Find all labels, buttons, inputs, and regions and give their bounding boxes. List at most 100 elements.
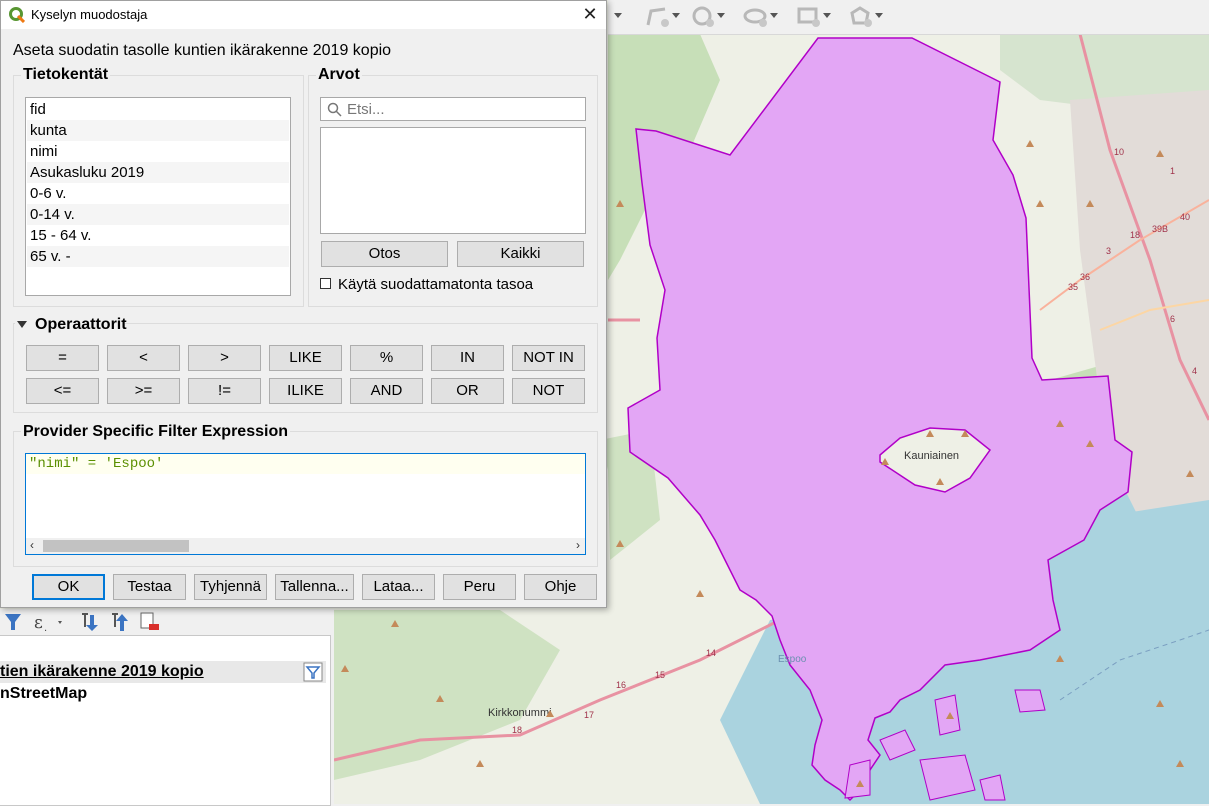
filter-by-expression-icon[interactable]: ε . <box>32 611 66 633</box>
save-button[interactable]: Tallenna... <box>275 574 354 600</box>
add-polygon-tool[interactable] <box>846 5 886 29</box>
field-item-fid[interactable]: fid <box>27 99 289 120</box>
horizontal-scrollbar[interactable]: ‹ › <box>26 538 585 554</box>
place-label-espoo: Espoo <box>778 654 807 665</box>
island-polygon <box>934 694 961 736</box>
digitize-circle-icon <box>692 6 714 27</box>
road-number: 6 <box>1170 314 1175 324</box>
expand-all-icon[interactable] <box>78 611 100 633</box>
query-builder-dialog: Kyselyn muodostaja ✕ Aseta suodatin taso… <box>0 0 607 608</box>
remove-layer-icon[interactable] <box>138 611 162 633</box>
layers-panel: ε . tien ikärakenne 2019 kopio nStreetMa… <box>0 609 334 806</box>
values-search-input[interactable] <box>347 100 577 118</box>
layer-item-openstreetmap[interactable]: nStreetMap <box>0 683 87 705</box>
chevron-down-icon <box>717 13 725 18</box>
clear-button[interactable]: Tyhjennä <box>194 574 267 600</box>
field-item-kunta[interactable]: kunta <box>27 120 289 141</box>
add-ellipse-tool[interactable] <box>741 5 781 29</box>
road-number: 36 <box>1080 272 1090 282</box>
svg-text:ε: ε <box>34 613 43 633</box>
operator-like-button[interactable]: LIKE <box>269 345 342 371</box>
road-number: 4 <box>1192 366 1197 376</box>
operator-or-button[interactable]: OR <box>431 378 504 404</box>
layer-name: nStreetMap <box>0 685 88 702</box>
add-rectangle-tool[interactable] <box>794 5 834 29</box>
qgis-logo-icon <box>9 7 25 23</box>
layers-tree[interactable]: tien ikärakenne 2019 kopio nStreetMap <box>0 635 331 806</box>
all-button[interactable]: Kaikki <box>457 241 584 267</box>
expression-group-title: Provider Specific Filter Expression <box>21 423 290 441</box>
digitize-line-icon <box>646 7 669 27</box>
operator-greater-equal-button[interactable]: >= <box>107 378 180 404</box>
values-group-title: Arvot <box>316 66 362 84</box>
sample-button[interactable]: Otos <box>321 241 448 267</box>
island-polygon <box>979 774 1006 801</box>
values-search-field[interactable] <box>320 97 586 121</box>
layer-filter-icon[interactable] <box>303 662 323 682</box>
road-number: 1 <box>1170 166 1175 176</box>
fields-list[interactable]: fid kunta nimi Asukasluku 2019 0-6 v. 0-… <box>25 97 291 296</box>
operator-ilike-button[interactable]: ILIKE <box>269 378 342 404</box>
layer-item-municipalities[interactable]: tien ikärakenne 2019 kopio <box>0 661 326 683</box>
help-button[interactable]: Ohje <box>524 574 597 600</box>
values-list[interactable] <box>320 127 586 234</box>
chevron-down-icon <box>614 13 622 18</box>
fields-group-title: Tietokentät <box>21 66 111 84</box>
road-number: 17 <box>584 710 594 720</box>
operator-not-in-button[interactable]: NOT IN <box>512 345 585 371</box>
filter-expression-editor[interactable]: "nimi" = 'Espoo' ‹ › <box>25 453 586 555</box>
scrollbar-thumb[interactable] <box>43 540 189 552</box>
field-item-0-14[interactable]: 0-14 v. <box>27 204 289 225</box>
operator-not-equal-button[interactable]: != <box>188 378 261 404</box>
scroll-left-icon[interactable]: ‹ <box>30 538 34 552</box>
road-number: 14 <box>706 648 716 658</box>
operator-equals-button[interactable]: = <box>26 345 99 371</box>
operators-group-title: Operaattorit <box>35 316 127 333</box>
search-icon <box>327 102 342 117</box>
field-item-15-64[interactable]: 15 - 64 v. <box>27 225 289 246</box>
layer-name: tien ikärakenne 2019 kopio <box>0 663 204 680</box>
dialog-subtitle: Aseta suodatin tasolle kuntien ikärakenn… <box>13 42 392 59</box>
operator-not-button[interactable]: NOT <box>512 378 585 404</box>
operators-header[interactable]: Operaattorit <box>15 316 127 334</box>
chevron-down-icon <box>823 13 831 18</box>
digitize-polygon-icon <box>850 6 872 27</box>
field-item-nimi[interactable]: nimi <box>27 141 289 162</box>
dialog-title: Kyselyn muodostaja <box>31 7 148 22</box>
collapse-arrow-icon <box>17 321 27 328</box>
chevron-down-icon <box>770 13 778 18</box>
svg-text:.: . <box>44 623 47 633</box>
road-number: 16 <box>616 680 626 690</box>
field-item-0-6[interactable]: 0-6 v. <box>27 183 289 204</box>
chevron-down-icon <box>672 13 680 18</box>
operator-less-equal-button[interactable]: <= <box>26 378 99 404</box>
island-polygon <box>1014 689 1046 713</box>
cancel-button[interactable]: Peru <box>443 574 516 600</box>
filter-expression-text: "nimi" = 'Espoo' <box>29 456 164 472</box>
use-unfiltered-layer-checkbox[interactable] <box>320 278 331 289</box>
add-circle-tool[interactable] <box>688 5 728 29</box>
collapse-all-icon[interactable] <box>108 611 130 633</box>
road-number: 35 <box>1068 282 1078 292</box>
close-button[interactable]: ✕ <box>578 3 602 27</box>
dialog-titlebar[interactable]: Kyselyn muodostaja ✕ <box>1 1 606 29</box>
place-label-kirkkonummi: Kirkkonummi <box>488 707 552 719</box>
operator-percent-button[interactable]: % <box>350 345 423 371</box>
road-number: 18 <box>1130 230 1140 240</box>
filter-legend-icon[interactable] <box>2 611 24 633</box>
test-button[interactable]: Testaa <box>113 574 186 600</box>
ok-button[interactable]: OK <box>32 574 105 600</box>
operator-less-than-button[interactable]: < <box>107 345 180 371</box>
load-button[interactable]: Lataa... <box>362 574 435 600</box>
digitizing-toolbar <box>608 0 1209 35</box>
layers-toolbar: ε . <box>0 609 334 635</box>
place-label-kauniainen: Kauniainen <box>904 450 959 462</box>
field-item-65[interactable]: 65 v. - <box>27 246 289 267</box>
scroll-right-icon[interactable]: › <box>576 538 580 552</box>
field-item-asukasluku[interactable]: Asukasluku 2019 <box>27 162 289 183</box>
road-number: 3 <box>1106 246 1111 256</box>
operator-greater-than-button[interactable]: > <box>188 345 261 371</box>
operator-in-button[interactable]: IN <box>431 345 504 371</box>
operator-and-button[interactable]: AND <box>350 378 423 404</box>
add-line-tool[interactable] <box>643 5 683 29</box>
